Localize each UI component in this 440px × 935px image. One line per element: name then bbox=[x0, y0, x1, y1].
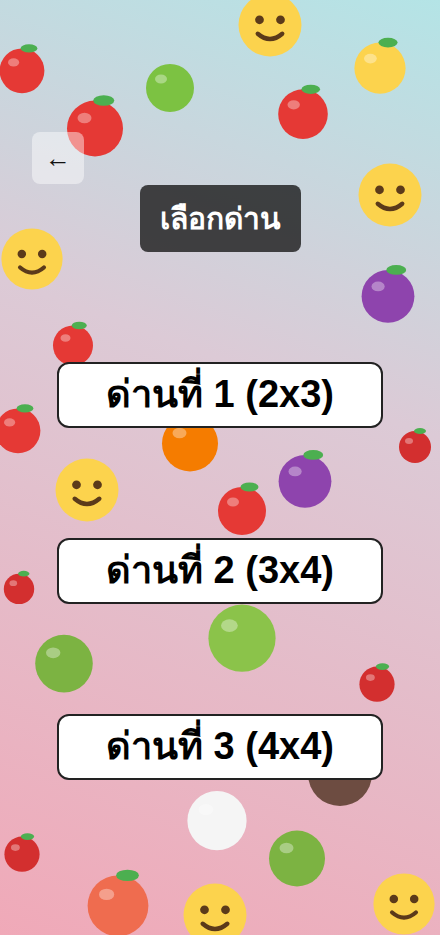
level-button[interactable]: ด่านที่ 3 (4x4) bbox=[57, 714, 383, 780]
lime-icon bbox=[140, 55, 200, 115]
apple-icon bbox=[0, 40, 50, 96]
avocado-icon bbox=[262, 815, 332, 895]
cherry-icon bbox=[355, 660, 399, 704]
apple-icon bbox=[212, 478, 272, 538]
coconut-icon bbox=[180, 780, 254, 854]
smiley-icon bbox=[355, 160, 425, 230]
apple-icon bbox=[272, 80, 334, 142]
level-list: ด่านที่ 1 (2x3) ด่านที่ 2 (3x4) ด่านที่ 3 … bbox=[0, 362, 440, 780]
smiley-icon bbox=[180, 880, 250, 935]
level-button[interactable]: ด่านที่ 1 (2x3) bbox=[57, 362, 383, 428]
strawberry-icon bbox=[48, 318, 98, 368]
cherry-icon bbox=[0, 830, 44, 874]
cherry-icon bbox=[395, 425, 435, 465]
avocado-icon bbox=[28, 620, 100, 700]
content: ← เลือกด่านด่านที่ 1 (2x3) ด่านที่ 2 (3x4)… bbox=[0, 0, 440, 780]
title-badge: เลือกด่าน bbox=[140, 185, 301, 252]
kiwi-icon bbox=[200, 592, 284, 676]
grape-icon bbox=[355, 260, 421, 326]
cherry-icon bbox=[0, 568, 38, 606]
grape-icon bbox=[272, 440, 338, 516]
pear-icon bbox=[348, 30, 412, 100]
back-button[interactable]: ← bbox=[32, 132, 84, 184]
smiley-icon bbox=[235, 0, 305, 60]
smiley-icon bbox=[0, 225, 66, 293]
smiley-icon bbox=[370, 870, 438, 935]
level-select-screen: ← เลือกด่านด่านที่ 1 (2x3) ด่านที่ 2 (3x4)… bbox=[0, 0, 440, 935]
apple-icon bbox=[0, 400, 46, 456]
smiley-icon bbox=[52, 455, 122, 525]
level-button[interactable]: ด่านที่ 2 (3x4) bbox=[57, 538, 383, 604]
papaya-icon bbox=[80, 862, 156, 935]
